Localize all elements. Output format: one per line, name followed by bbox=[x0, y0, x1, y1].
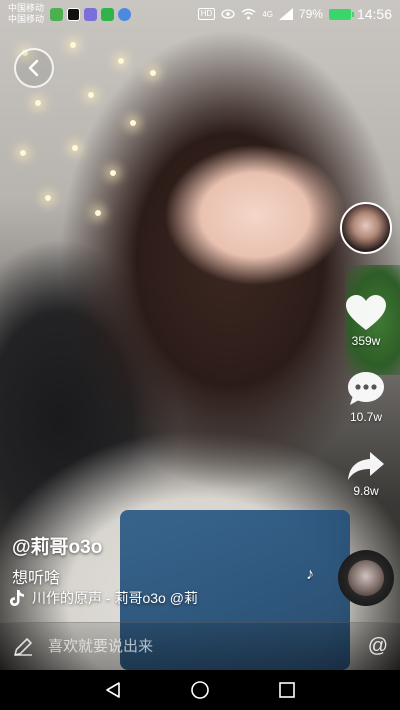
wechat-notification-icon bbox=[101, 7, 115, 21]
carrier-1: 中国移动 bbox=[8, 3, 45, 13]
carrier-2: 中国移动 bbox=[8, 14, 45, 24]
pencil-icon bbox=[14, 637, 32, 656]
share-button[interactable]: 9.8w bbox=[340, 450, 392, 498]
chevron-left-icon bbox=[28, 59, 39, 77]
music-disc[interactable] bbox=[338, 550, 394, 606]
music-cover bbox=[348, 560, 384, 596]
gallery-notification-icon bbox=[84, 7, 98, 21]
author-name[interactable]: @莉哥o3o bbox=[12, 532, 102, 559]
comment-bar: @ bbox=[0, 622, 400, 670]
heart-icon bbox=[346, 295, 386, 330]
battery-percent: 79% bbox=[298, 7, 323, 21]
signal-icon bbox=[278, 8, 293, 20]
share-icon bbox=[348, 452, 384, 480]
home-circle-icon[interactable] bbox=[190, 680, 210, 700]
comment-input[interactable] bbox=[48, 638, 368, 655]
comment-icon bbox=[348, 372, 384, 405]
tiktok-notification-icon bbox=[67, 7, 81, 21]
music-info[interactable]: 川作的原声 - 莉哥o3o @莉 bbox=[10, 588, 225, 608]
music-note-icon: ♪ bbox=[306, 566, 314, 583]
hd-icon: HD bbox=[197, 8, 216, 20]
back-button[interactable] bbox=[14, 48, 54, 88]
app-notification-icon bbox=[50, 7, 64, 21]
battery-icon bbox=[328, 8, 354, 20]
more-notification-icon bbox=[118, 7, 132, 21]
tiktok-note-icon bbox=[10, 590, 24, 606]
music-title: 川作的原声 - 莉哥o3o @莉 bbox=[32, 590, 198, 606]
wifi-icon bbox=[241, 8, 256, 20]
like-button[interactable]: 359w bbox=[340, 294, 392, 348]
status-bar: 中国移动 中国移动 HD 4G 79% 14:56 bbox=[0, 0, 400, 28]
carrier-labels: 中国移动 中国移动 bbox=[8, 3, 44, 25]
network-type: 4G bbox=[262, 9, 273, 19]
recents-square-icon[interactable] bbox=[278, 681, 296, 699]
clock: 14:56 bbox=[356, 6, 392, 22]
video-caption: 想听啥 bbox=[12, 570, 61, 587]
eye-icon bbox=[221, 9, 235, 19]
comment-button[interactable]: 10.7w bbox=[340, 370, 392, 424]
string-lights bbox=[0, 30, 400, 250]
back-triangle-icon[interactable] bbox=[104, 681, 122, 699]
comment-count: 10.7w bbox=[349, 410, 383, 424]
notification-icons bbox=[50, 7, 132, 21]
mention-button[interactable]: @ bbox=[368, 635, 388, 658]
status-right: HD 4G 79% 14:56 bbox=[197, 6, 392, 22]
share-count: 9.8w bbox=[353, 484, 379, 498]
author-avatar[interactable] bbox=[340, 202, 392, 254]
like-count: 359w bbox=[351, 334, 381, 348]
system-nav-bar bbox=[0, 670, 400, 710]
